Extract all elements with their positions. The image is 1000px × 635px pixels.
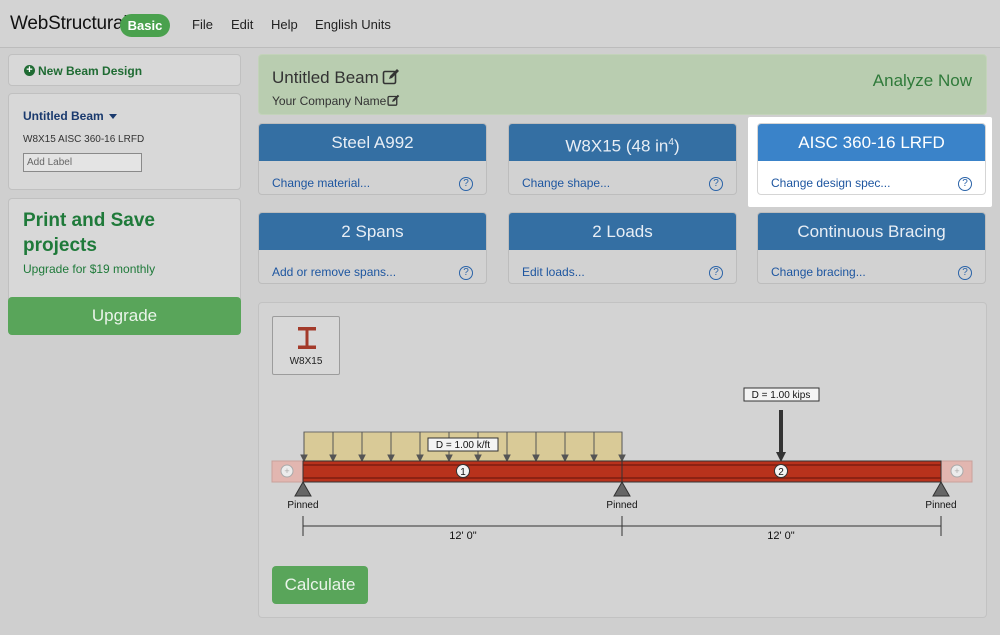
support-pin-left-icon[interactable] <box>294 480 312 497</box>
support-label-1: Pinned <box>287 500 318 511</box>
calculate-button[interactable]: Calculate <box>272 566 368 604</box>
span-number-2: 2 <box>778 467 784 478</box>
distributed-load-label: D = 1.00 k/ft <box>436 440 490 451</box>
distributed-load[interactable]: D = 1.00 k/ft <box>300 431 626 463</box>
span-length-2: 12' 0" <box>767 530 795 542</box>
support-pin-right-icon[interactable] <box>932 480 950 497</box>
beam-diagram: + + D = 1.00 k/ft D = 1.00 kips 1 2 Pinn… <box>271 387 973 542</box>
point-load[interactable]: D = 1.00 kips <box>743 387 820 462</box>
point-load-label: D = 1.00 kips <box>752 390 811 401</box>
add-right-extension-glyph: + <box>954 466 959 476</box>
add-left-extension-glyph: + <box>284 466 289 476</box>
beam[interactable] <box>302 460 942 483</box>
support-pin-middle-icon[interactable] <box>613 480 631 497</box>
support-label-3: Pinned <box>925 500 956 511</box>
dimension-lines <box>302 516 942 536</box>
support-label-2: Pinned <box>606 500 637 511</box>
span-number-1: 1 <box>460 467 466 478</box>
span-length-1: 12' 0" <box>449 530 477 542</box>
